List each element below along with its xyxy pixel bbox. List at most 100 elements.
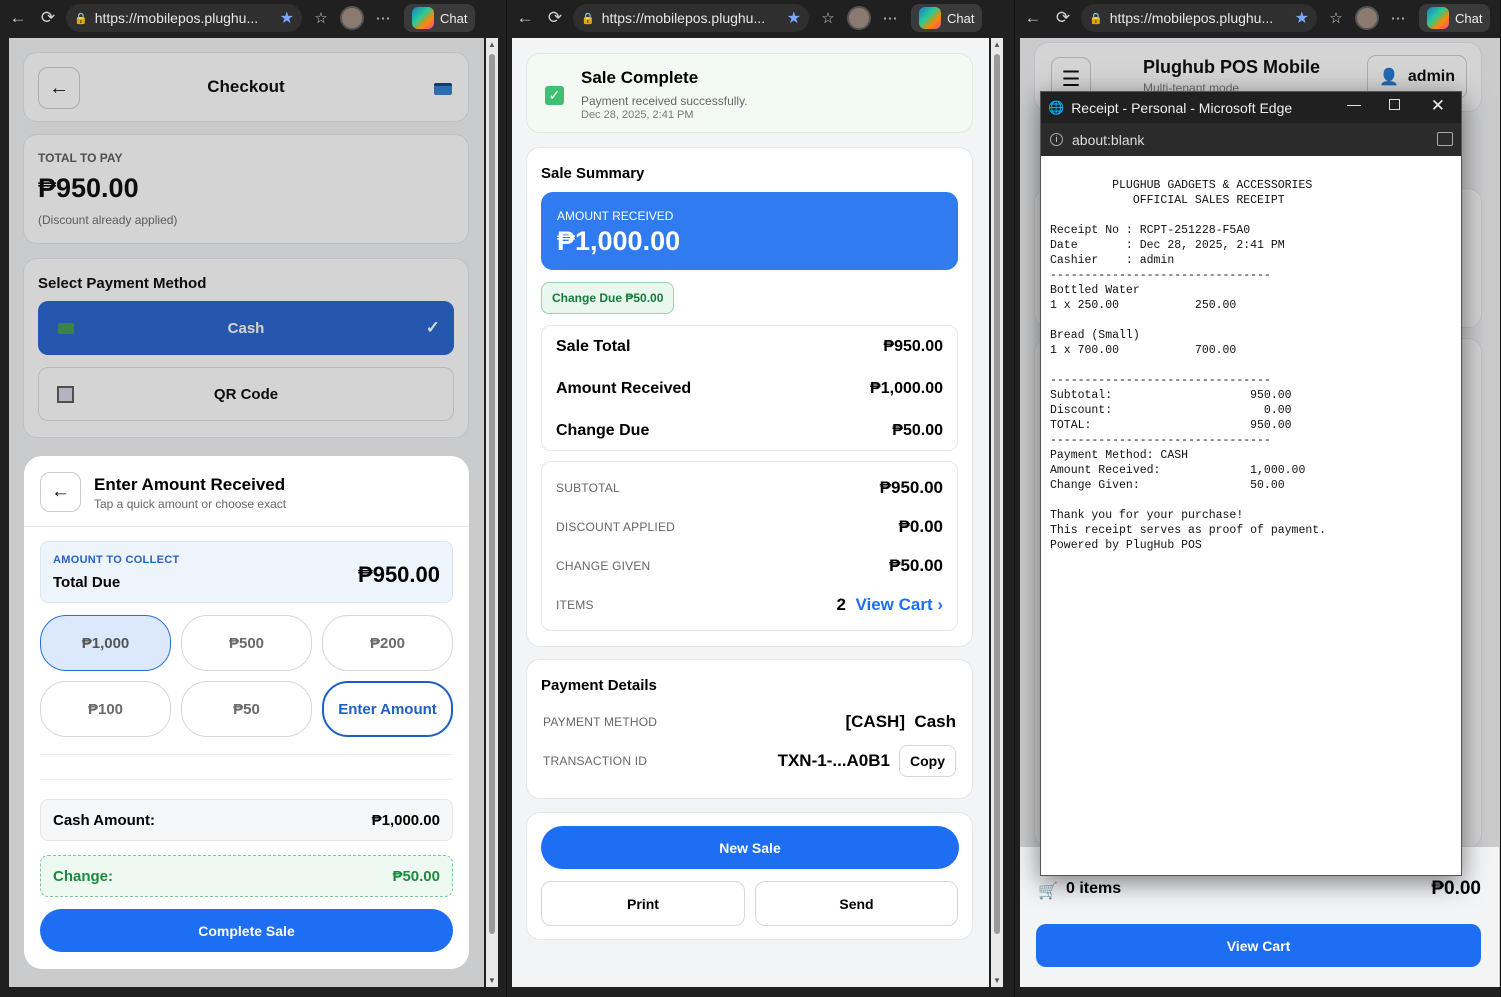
receipt-line [1050,358,1326,373]
copy-button[interactable]: Copy [899,745,956,777]
payment-method-row: PAYMENT METHOD [CASH] Cash [543,708,956,736]
scrollbar-thumb[interactable] [489,54,495,934]
due-label: Total Due [53,574,121,591]
quick-amount-50[interactable]: ₱50 [181,681,312,737]
profile-avatar[interactable] [340,6,364,30]
refresh-icon[interactable]: ⟳ [1051,6,1075,30]
change-given-row: CHANGE GIVEN ₱50.00 [556,550,943,582]
view-cart-button[interactable]: View Cart [1036,924,1481,967]
scroll-up-icon[interactable]: ▲ [993,40,1001,49]
favorite-star-icon[interactable]: ★ [787,8,801,28]
row-value: ₱950.00 [879,478,943,497]
address-bar[interactable]: 🔒 https://mobilepos.plughu... ★ [66,4,302,32]
more-icon[interactable]: ⋯ [370,9,396,27]
receipt-line: Receipt No : RCPT-251228-F5A0 [1050,224,1251,237]
change-value: ₱50.00 [392,868,440,885]
scroll-down-icon[interactable]: ▼ [993,976,1001,985]
copilot-chat-button[interactable]: Chat [404,4,476,32]
summary-title: Sale Summary [541,165,645,182]
actions-card: New Sale Print Send [526,812,973,940]
sale-date: Dec 28, 2025, 2:41 PM [581,109,694,121]
refresh-icon[interactable]: ⟳ [543,6,567,30]
reader-icon[interactable] [1437,132,1453,146]
receipt-line: Subtotal: 950.00 [1050,389,1292,402]
favorites-icon[interactable]: ☆ [308,9,334,27]
popup-addressbar: i about:blank [1041,123,1461,156]
row-label: Sale Total [556,338,631,355]
row-value: ₱50.00 [892,422,943,439]
profile-avatar[interactable] [1355,6,1379,30]
scrollbar[interactable]: ▲ ▼ [486,38,498,987]
profile-avatar[interactable] [847,6,871,30]
receipt-line: Powered by PlugHub POS [1050,539,1202,552]
back-icon[interactable]: ← [6,6,30,30]
row-value: ₱50.00 [889,556,943,575]
close-icon[interactable]: ✕ [1431,96,1445,116]
receipt-line: Cashier : admin [1050,254,1175,267]
browser-toolbar: ← ⟳ 🔒 https://mobilepos.plughu... ★ ☆ ⋯ … [0,0,506,36]
receipt-line: This receipt serves as proof of payment. [1050,524,1327,537]
divider [40,779,453,780]
receipt-line: Change Given: 50.00 [1050,479,1285,492]
row-label: PAYMENT METHOD [543,715,658,729]
row-label: ITEMS [556,598,594,612]
totals-box: Sale Total ₱950.00 Amount Received ₱1,000.… [541,325,958,451]
modal-back-button[interactable]: ← [40,472,81,512]
new-sale-button[interactable]: New Sale [541,826,959,869]
minimize-icon[interactable]: — [1347,96,1361,112]
more-icon[interactable]: ⋯ [877,9,903,27]
row-label: CHANGE GIVEN [556,559,651,573]
favorites-icon[interactable]: ☆ [815,9,841,27]
scroll-up-icon[interactable]: ▲ [488,40,496,49]
sale-complete-message: Payment received successfully. [581,94,748,108]
scrollbar[interactable]: ▲ ▼ [991,38,1003,987]
row-label: TRANSACTION ID [543,754,648,768]
address-bar[interactable]: 🔒 https://mobilepos.plughu... ★ [1081,4,1317,32]
maximize-icon[interactable] [1389,99,1400,110]
receipt-popup-window: 🌐 Receipt - Personal - Microsoft Edge — … [1040,91,1462,876]
sale-summary-card: Sale Summary AMOUNT RECEIVED ₱1,000.00 C… [526,147,973,647]
sale-complete-title: Sale Complete [581,68,699,87]
amount-received-box: AMOUNT RECEIVED ₱1,000.00 [541,192,958,270]
receipt-line: -------------------------------- [1050,434,1271,447]
more-icon[interactable]: ⋯ [1385,9,1411,27]
cart-icon: 🛒 [1038,883,1058,900]
complete-sale-button[interactable]: Complete Sale [40,909,453,952]
scrollbar-thumb[interactable] [994,54,1000,934]
address-bar[interactable]: 🔒 https://mobilepos.plughu... ★ [573,4,809,32]
send-button[interactable]: Send [755,881,958,926]
scroll-down-icon[interactable]: ▼ [488,976,496,985]
favorite-star-icon[interactable]: ★ [280,8,294,28]
quick-amount-1000[interactable]: ₱1,000 [40,615,171,671]
favorite-star-icon[interactable]: ★ [1295,8,1309,28]
receipt-line: TOTAL: 950.00 [1050,419,1292,432]
lock-icon: 🔒 [1089,12,1103,25]
copilot-chat-button[interactable]: Chat [911,4,983,32]
view-cart-link[interactable]: View Cart › [855,595,943,614]
quick-amount-100[interactable]: ₱100 [40,681,171,737]
browser-window-sale: ← ⟳ 🔒 https://mobilepos.plughu... ★ ☆ ⋯ … [507,0,1015,997]
info-icon[interactable]: i [1050,133,1063,146]
receipt-line: Payment Method: CASH [1050,449,1189,462]
chat-label: Chat [1455,10,1483,26]
copilot-icon [1427,7,1449,29]
copilot-chat-button[interactable]: Chat [1419,4,1491,32]
receipt-line: OFFICIAL SALES RECEIPT [1050,194,1285,207]
print-button[interactable]: Print [541,881,745,926]
row-value: ₱950.00 [883,338,943,355]
receipt-line: Bread (Small) [1050,329,1140,342]
back-icon[interactable]: ← [1021,6,1045,30]
discount-row: DISCOUNT APPLIED ₱0.00 [556,511,943,543]
subtotal-row: SUBTOTAL ₱950.00 [556,472,943,504]
enter-amount-button[interactable]: Enter Amount [322,681,453,737]
url-text: https://mobilepos.plughu... [601,10,766,26]
popup-title: Receipt - Personal - Microsoft Edge [1071,99,1293,116]
quick-amount-200[interactable]: ₱200 [322,615,453,671]
receipt-line: Thank you for your purchase! [1050,509,1244,522]
favorites-icon[interactable]: ☆ [1323,9,1349,27]
change-due-row: Change Due ₱50.00 [556,410,943,452]
receipt-line: -------------------------------- [1050,374,1271,387]
refresh-icon[interactable]: ⟳ [36,6,60,30]
back-icon[interactable]: ← [513,6,537,30]
quick-amount-500[interactable]: ₱500 [181,615,312,671]
